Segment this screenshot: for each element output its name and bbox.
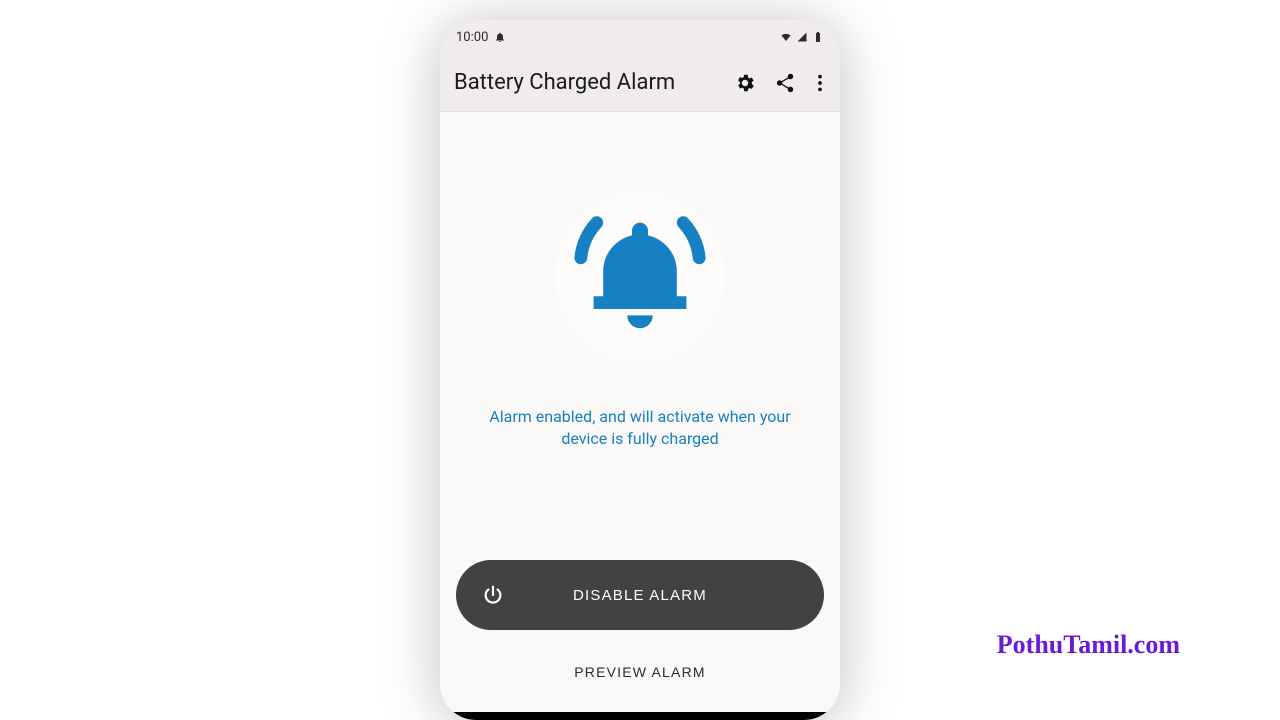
phone-frame: 10:00: [440, 20, 840, 720]
disable-alarm-button[interactable]: DISABLE ALARM: [456, 560, 824, 630]
status-time: 10:00: [456, 30, 488, 45]
disable-alarm-label: DISABLE ALARM: [573, 587, 707, 604]
statusbar: 10:00: [440, 20, 840, 54]
watermark-text: PothuTamil.com: [997, 630, 1180, 660]
bell-ringing-icon: [560, 197, 720, 357]
preview-alarm-button[interactable]: PREVIEW ALARM: [456, 648, 824, 696]
cellular-icon: [796, 31, 808, 43]
alarm-status-text: Alarm enabled, and will activate when yo…: [470, 406, 810, 449]
appbar: Battery Charged Alarm: [440, 54, 840, 112]
preview-alarm-label: PREVIEW ALARM: [574, 664, 706, 680]
alarm-state-graphic: [555, 192, 725, 362]
share-icon[interactable]: [774, 72, 796, 94]
more-vert-icon[interactable]: [814, 72, 826, 94]
power-icon: [482, 584, 504, 606]
battery-icon: [812, 31, 824, 43]
notification-bell-icon: [494, 31, 506, 43]
appbar-title: Battery Charged Alarm: [454, 70, 675, 95]
content: Alarm enabled, and will activate when yo…: [440, 112, 840, 712]
gear-icon[interactable]: [734, 72, 756, 94]
bottom-strip: [440, 712, 840, 720]
wifi-icon: [780, 31, 792, 43]
